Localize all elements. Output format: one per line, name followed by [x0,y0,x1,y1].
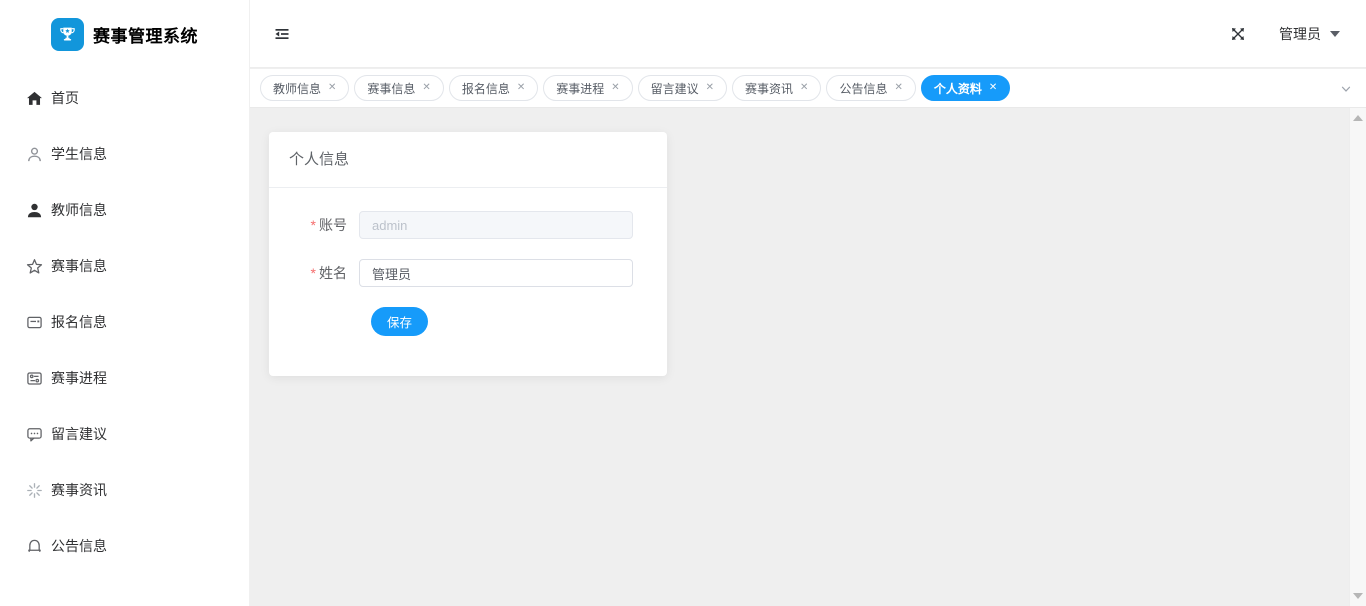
required-marker: * [310,265,316,281]
tab-competition-progress[interactable]: 赛事进程 [543,75,633,101]
account-input[interactable] [359,211,633,239]
tab-competition-news[interactable]: 赛事资讯 [732,75,822,101]
scroll-down-icon[interactable] [1353,593,1363,599]
tab-close-icon[interactable] [517,83,525,93]
tab-close-icon[interactable] [328,83,336,93]
button-row: 保存 [371,307,647,336]
student-icon [25,145,43,163]
topbar: 管理员 [250,0,1366,68]
sidebar-item-message-suggestion[interactable]: 留言建议 [0,406,249,462]
content-area: 个人信息 *账号 *姓名 保存 [250,108,1366,606]
account-field-row: * 账号 [269,211,647,239]
tab-close-icon[interactable] [706,83,714,93]
message-icon [25,425,43,443]
sidebar-item-home[interactable]: 首页 [0,70,249,126]
tab-personal-profile[interactable]: 个人资料 [920,75,1011,101]
bell-icon [25,537,43,555]
tab-message-suggestion[interactable]: 留言建议 [637,75,728,101]
tabs: 教师信息 赛事信息 报名信息 赛事进程 留言建议 赛事资讯 [260,75,1332,101]
scroll-up-icon[interactable] [1353,115,1363,121]
fullscreen-icon[interactable] [1229,25,1247,43]
user-dropdown[interactable]: 管理员 [1279,24,1340,44]
tab-registration-info[interactable]: 报名信息 [448,75,539,101]
caret-down-icon [1330,30,1340,37]
sidebar: 赛事管理系统 首页 学生信息 教师信息 赛事信息 报名信息 赛事进程 留言建议 … [0,0,250,606]
sidebar-item-teacher-info[interactable]: 教师信息 [0,182,249,238]
tab-close-icon[interactable] [422,83,430,93]
registration-icon [25,313,43,331]
news-icon [25,481,43,499]
tab-announcement-info[interactable]: 公告信息 [826,75,916,101]
sidebar-item-competition-news[interactable]: 赛事资讯 [0,462,249,518]
sidebar-item-registration-info[interactable]: 报名信息 [0,294,249,350]
profile-form: *账号 *姓名 保存 [269,188,667,376]
app-screen: 赛事管理系统 首页 学生信息 教师信息 赛事信息 报名信息 赛事进程 留言建议 … [0,0,1366,606]
teacher-icon [25,201,43,219]
topbar-right: 管理员 [1229,24,1340,44]
name-input[interactable] [359,259,633,287]
sidebar-item-competition-progress[interactable]: 赛事进程 [0,350,249,406]
username: 管理员 [1279,25,1321,42]
account-label: * 账号 [310,217,347,233]
sidebar-fold-icon[interactable] [272,24,292,44]
tab-close-icon[interactable] [800,83,808,93]
trophy-logo-icon [51,17,84,51]
content-scrollbar[interactable] [1349,108,1366,606]
sidebar-item-competition-info[interactable]: 赛事信息 [0,238,249,294]
logo-row: 赛事管理系统 [0,0,249,68]
save-button[interactable]: 保存 [371,307,429,336]
home-icon [25,89,43,107]
sidebar-item-announcement-info[interactable]: 公告信息 [0,518,249,574]
app-title: 赛事管理系统 [93,26,198,46]
tab-close-icon[interactable] [989,83,997,93]
tab-competition-info[interactable]: 赛事信息 [354,75,444,101]
name-field-row: * 姓名 [269,259,647,287]
tabs-chevron-down-icon[interactable] [1334,69,1358,108]
tab-close-icon[interactable] [611,83,619,93]
card-title: 个人信息 [269,132,667,188]
tab-close-icon[interactable] [894,83,902,93]
sidebar-item-student-info[interactable]: 学生信息 [0,126,249,182]
star-icon [25,257,43,275]
progress-icon [25,369,43,387]
tabbar: 教师信息 赛事信息 报名信息 赛事进程 留言建议 赛事资讯 [250,69,1366,108]
profile-card: 个人信息 *账号 *姓名 保存 [269,132,667,376]
required-marker: * [310,217,316,233]
sidebar-menu: 首页 学生信息 教师信息 赛事信息 报名信息 赛事进程 留言建议 赛事资讯 公告… [0,68,249,574]
name-label: * 姓名 [310,265,347,281]
tab-teacher-info[interactable]: 教师信息 [260,75,350,101]
